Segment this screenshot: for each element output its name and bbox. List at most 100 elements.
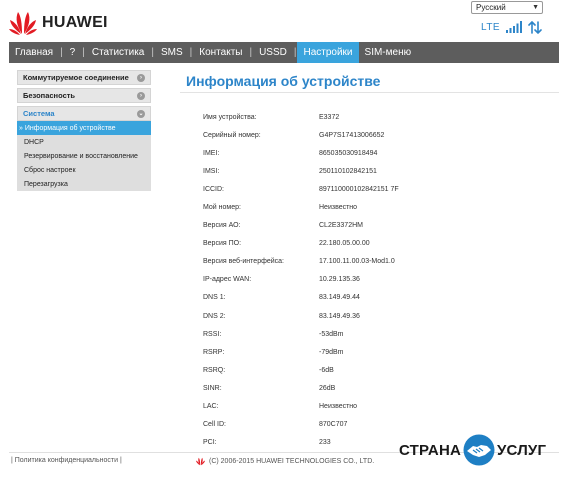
copyright-text: (C) 2006-2015 HUAWEI TECHNOLOGIES CO., L… xyxy=(209,458,375,465)
info-row-pci: PCI: 233 xyxy=(203,434,399,452)
main-navigation: Главная | ? | Статистика | SMS | Контакт… xyxy=(9,42,559,63)
info-row-rssi: RSSI: -53dBm xyxy=(203,325,399,343)
sidebar-item-backup-restore[interactable]: Резервирование и восстановление xyxy=(17,149,151,163)
network-type-label: LTE xyxy=(481,21,501,33)
info-value: 233 xyxy=(319,439,331,447)
info-row-my-number: Мой номер: Неизвестно xyxy=(203,198,399,216)
info-label: IP-адрес WAN: xyxy=(203,276,252,284)
info-value: 897110000102842151 7F xyxy=(319,185,399,193)
info-row-sinr: SINR: 26dB xyxy=(203,379,399,397)
sidebar-submenu-system: » Информация об устройстве DHCP Резервир… xyxy=(17,121,151,191)
info-value: 17.100.11.00.03-Mod1.0 xyxy=(319,258,395,266)
sidebar-section-label: Безопасность xyxy=(23,91,76,100)
info-value: 870C707 xyxy=(319,421,348,429)
info-row-dns2: DNS 2: 83.149.49.36 xyxy=(203,307,399,325)
info-value: 250110102842151 xyxy=(319,167,377,175)
info-row-software-version: Версия ПО: 22.180.05.00.00 xyxy=(203,235,399,253)
footer-privacy: | Политика конфиденциальности | xyxy=(11,457,122,464)
settings-sidebar: Коммутируемое соединение › Безопасность … xyxy=(17,70,151,191)
footer-copyright: (C) 2006-2015 HUAWEI TECHNOLOGIES CO., L… xyxy=(195,457,374,466)
info-label: DNS 2: xyxy=(203,312,226,320)
nav-home[interactable]: Главная xyxy=(9,42,59,63)
language-select[interactable]: Русский ▼ xyxy=(471,1,543,14)
info-value: -79dBm xyxy=(319,348,344,356)
data-transfer-arrows-icon xyxy=(528,20,542,34)
info-row-cell-id: Cell ID: 870C707 xyxy=(203,416,399,434)
info-label: IMEI: xyxy=(203,149,220,157)
info-label: IMSI: xyxy=(203,167,220,175)
privacy-policy-link[interactable]: Политика конфиденциальности xyxy=(15,457,118,464)
sidebar-section-label: Коммутируемое соединение xyxy=(23,73,129,82)
brand-name: HUAWEI xyxy=(42,14,108,31)
info-row-lac: LAC: Неизвестно xyxy=(203,398,399,416)
info-value: Неизвестно xyxy=(319,403,358,411)
info-label: Серийный номер: xyxy=(203,131,261,139)
info-label: Имя устройства: xyxy=(203,113,257,121)
info-row-device-name: Имя устройства: E3372 xyxy=(203,108,399,126)
info-value: 10.29.135.36 xyxy=(319,276,360,284)
sidebar-section-system[interactable]: Система ⌄ xyxy=(17,106,151,121)
info-value: Неизвестно xyxy=(319,204,358,212)
device-info-table: Имя устройства: E3372 Серийный номер: G4P7… xyxy=(203,108,399,452)
chevron-down-icon: ▼ xyxy=(532,4,539,11)
sidebar-item-label: Сброс настроек xyxy=(24,166,76,174)
sidebar-section-label: Система xyxy=(23,109,55,118)
sidebar-section-dialup[interactable]: Коммутируемое соединение › xyxy=(17,70,151,85)
nav-sms[interactable]: SMS xyxy=(155,42,189,63)
expand-circle-icon: › xyxy=(137,91,145,100)
info-label: Версия веб-интерфейса: xyxy=(203,258,284,266)
huawei-logo: HUAWEI xyxy=(8,6,118,40)
signal-bars-icon xyxy=(506,21,523,33)
info-row-rsrq: RSRQ: -6dB xyxy=(203,361,399,379)
info-row-imsi: IMSI: 250110102842151 xyxy=(203,162,399,180)
watermark-right-text: УСЛУГ xyxy=(497,441,547,459)
info-row-rsrp: RSRP: -79dBm xyxy=(203,343,399,361)
info-label: Версия ПО: xyxy=(203,240,242,248)
info-row-hardware-version: Версия АО: CL2E3372HM xyxy=(203,217,399,235)
connection-status: LTE xyxy=(481,20,542,34)
sidebar-item-reboot[interactable]: Перезагрузка xyxy=(17,177,151,191)
huawei-flower-icon xyxy=(9,12,37,35)
info-label: Cell ID: xyxy=(203,421,226,429)
nav-sim-menu[interactable]: SIM-меню xyxy=(359,42,418,63)
sidebar-item-dhcp[interactable]: DHCP xyxy=(17,135,151,149)
sidebar-item-factory-reset[interactable]: Сброс настроек xyxy=(17,163,151,177)
watermark-left-text: СТРАНА xyxy=(399,441,462,459)
watermark-logo: СТРАНА УСЛУГ xyxy=(399,433,549,467)
expand-circle-icon: › xyxy=(137,73,145,82)
info-label: ICCID: xyxy=(203,185,224,193)
info-value: 22.180.05.00.00 xyxy=(319,240,370,248)
nav-help[interactable]: ? xyxy=(64,42,82,63)
language-selected-value: Русский xyxy=(476,3,506,12)
info-value: G4P7S17413006652 xyxy=(319,131,385,139)
info-value: E3372 xyxy=(319,113,340,121)
info-value: CL2E3372HM xyxy=(319,222,363,230)
info-row-dns1: DNS 1: 83.149.49.44 xyxy=(203,289,399,307)
info-value: 83.149.49.36 xyxy=(319,312,360,320)
nav-settings[interactable]: Настройки xyxy=(297,42,359,63)
info-label: Мой номер: xyxy=(203,204,241,212)
nav-ussd[interactable]: USSD xyxy=(253,42,293,63)
info-value: -53dBm xyxy=(319,330,344,338)
handshake-icon xyxy=(463,434,495,466)
huawei-small-logo-icon xyxy=(196,457,205,466)
nav-statistics[interactable]: Статистика xyxy=(86,42,151,63)
title-divider xyxy=(180,92,559,93)
info-row-imei: IMEI: 865035030918494 xyxy=(203,144,399,162)
sidebar-item-label: DHCP xyxy=(24,138,44,146)
info-row-wan-ip: IP-адрес WAN: 10.29.135.36 xyxy=(203,271,399,289)
sidebar-item-label: Резервирование и восстановление xyxy=(24,152,138,160)
sidebar-item-label: Информация об устройстве xyxy=(24,124,116,132)
info-value: 26dB xyxy=(319,384,336,392)
info-label: DNS 1: xyxy=(203,294,226,302)
sidebar-item-device-info[interactable]: » Информация об устройстве xyxy=(17,121,151,135)
nav-contacts[interactable]: Контакты xyxy=(193,42,248,63)
info-value: 83.149.49.44 xyxy=(319,294,360,302)
sidebar-section-security[interactable]: Безопасность › xyxy=(17,88,151,103)
info-row-web-ui-version: Версия веб-интерфейса: 17.100.11.00.03-Mo… xyxy=(203,253,399,271)
collapse-circle-icon: ⌄ xyxy=(137,109,145,118)
info-label: RSSI: xyxy=(203,330,222,338)
info-value: 865035030918494 xyxy=(319,149,378,157)
sidebar-item-label: Перезагрузка xyxy=(24,180,68,188)
info-row-iccid: ICCID: 897110000102842151 7F xyxy=(203,180,399,198)
